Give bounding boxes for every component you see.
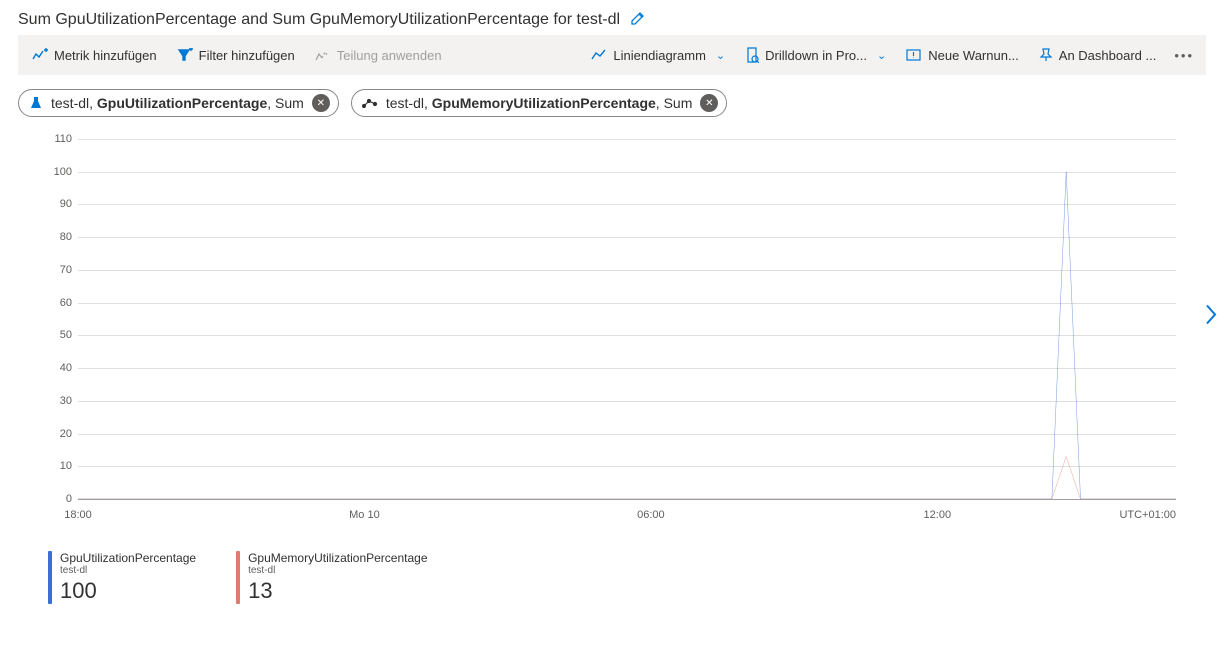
chart-series-line [78, 456, 1176, 499]
chevron-down-icon: ⌄ [716, 49, 725, 62]
y-axis-tick: 40 [38, 362, 72, 374]
dots-line-icon [362, 97, 378, 109]
x-axis-tick: Mo 10 [349, 509, 380, 521]
split-icon [315, 48, 331, 62]
y-axis-tick: 100 [38, 166, 72, 178]
edit-title-icon[interactable] [630, 10, 646, 29]
x-axis-tick: 12:00 [924, 509, 952, 521]
legend-value: 100 [60, 578, 196, 604]
gridline [78, 499, 1176, 500]
drilldown-dropdown[interactable]: Drilldown in Pro... ⌄ [735, 35, 896, 75]
y-axis-tick: 0 [38, 493, 72, 505]
chart-toolbar: Metrik hinzufügen Filter hinzufügen Teil… [18, 35, 1206, 75]
legend-color-swatch [236, 551, 240, 604]
y-axis-tick: 110 [38, 133, 72, 145]
y-axis-tick: 70 [38, 264, 72, 276]
flask-icon [29, 96, 43, 110]
apply-split-button: Teilung anwenden [305, 35, 452, 75]
page-title: Sum GpuUtilizationPercentage and Sum Gpu… [18, 11, 620, 29]
y-axis-tick: 20 [38, 428, 72, 440]
metric-pill-label: test-dl, GpuUtilizationPercentage, Sum [51, 95, 304, 111]
legend-name: GpuUtilizationPercentage [60, 551, 196, 565]
remove-pill-icon[interactable]: ✕ [312, 94, 330, 112]
legend-item[interactable]: GpuMemoryUtilizationPercentage test-dl 1… [236, 551, 427, 604]
x-axis-tick: 18:00 [64, 509, 92, 521]
pin-dashboard-button[interactable]: An Dashboard ... [1029, 35, 1167, 75]
y-axis-tick: 10 [38, 460, 72, 472]
legend-value: 13 [248, 578, 427, 604]
line-chart-icon [591, 48, 607, 62]
legend-color-swatch [48, 551, 52, 604]
add-filter-button[interactable]: Filter hinzufügen [167, 35, 305, 75]
metrics-chart[interactable]: 010203040506070809010011018:00Mo 1006:00… [78, 129, 1176, 529]
y-axis-tick: 80 [38, 231, 72, 243]
drilldown-icon [745, 47, 759, 63]
next-panel-chevron[interactable] [1198, 298, 1224, 337]
chevron-down-icon: ⌄ [877, 49, 886, 62]
x-axis-tick: 06:00 [637, 509, 665, 521]
metric-pills-row: test-dl, GpuUtilizationPercentage, Sum ✕… [18, 89, 1206, 117]
timezone-label: UTC+01:00 [1119, 509, 1176, 521]
metric-pill[interactable]: test-dl, GpuUtilizationPercentage, Sum ✕ [18, 89, 339, 117]
sparkline-plus-icon [32, 48, 48, 62]
metric-pill[interactable]: test-dl, GpuMemoryUtilizationPercentage,… [351, 89, 728, 117]
legend-resource: test-dl [248, 565, 427, 576]
remove-pill-icon[interactable]: ✕ [700, 94, 718, 112]
new-alert-button[interactable]: Neue Warnun... [896, 35, 1029, 75]
more-menu-button[interactable]: ••• [1166, 48, 1202, 63]
metric-pill-label: test-dl, GpuMemoryUtilizationPercentage,… [386, 95, 693, 111]
add-metric-button[interactable]: Metrik hinzufügen [22, 35, 167, 75]
legend-name: GpuMemoryUtilizationPercentage [248, 551, 427, 565]
legend-item[interactable]: GpuUtilizationPercentage test-dl 100 [48, 551, 196, 604]
legend-resource: test-dl [60, 565, 196, 576]
filter-plus-icon [177, 48, 193, 62]
pin-icon [1039, 48, 1053, 62]
alert-icon [906, 48, 922, 62]
chart-series-line [78, 172, 1176, 499]
y-axis-tick: 60 [38, 297, 72, 309]
y-axis-tick: 90 [38, 198, 72, 210]
y-axis-tick: 30 [38, 395, 72, 407]
chart-type-dropdown[interactable]: Liniendiagramm ⌄ [581, 35, 735, 75]
y-axis-tick: 50 [38, 329, 72, 341]
